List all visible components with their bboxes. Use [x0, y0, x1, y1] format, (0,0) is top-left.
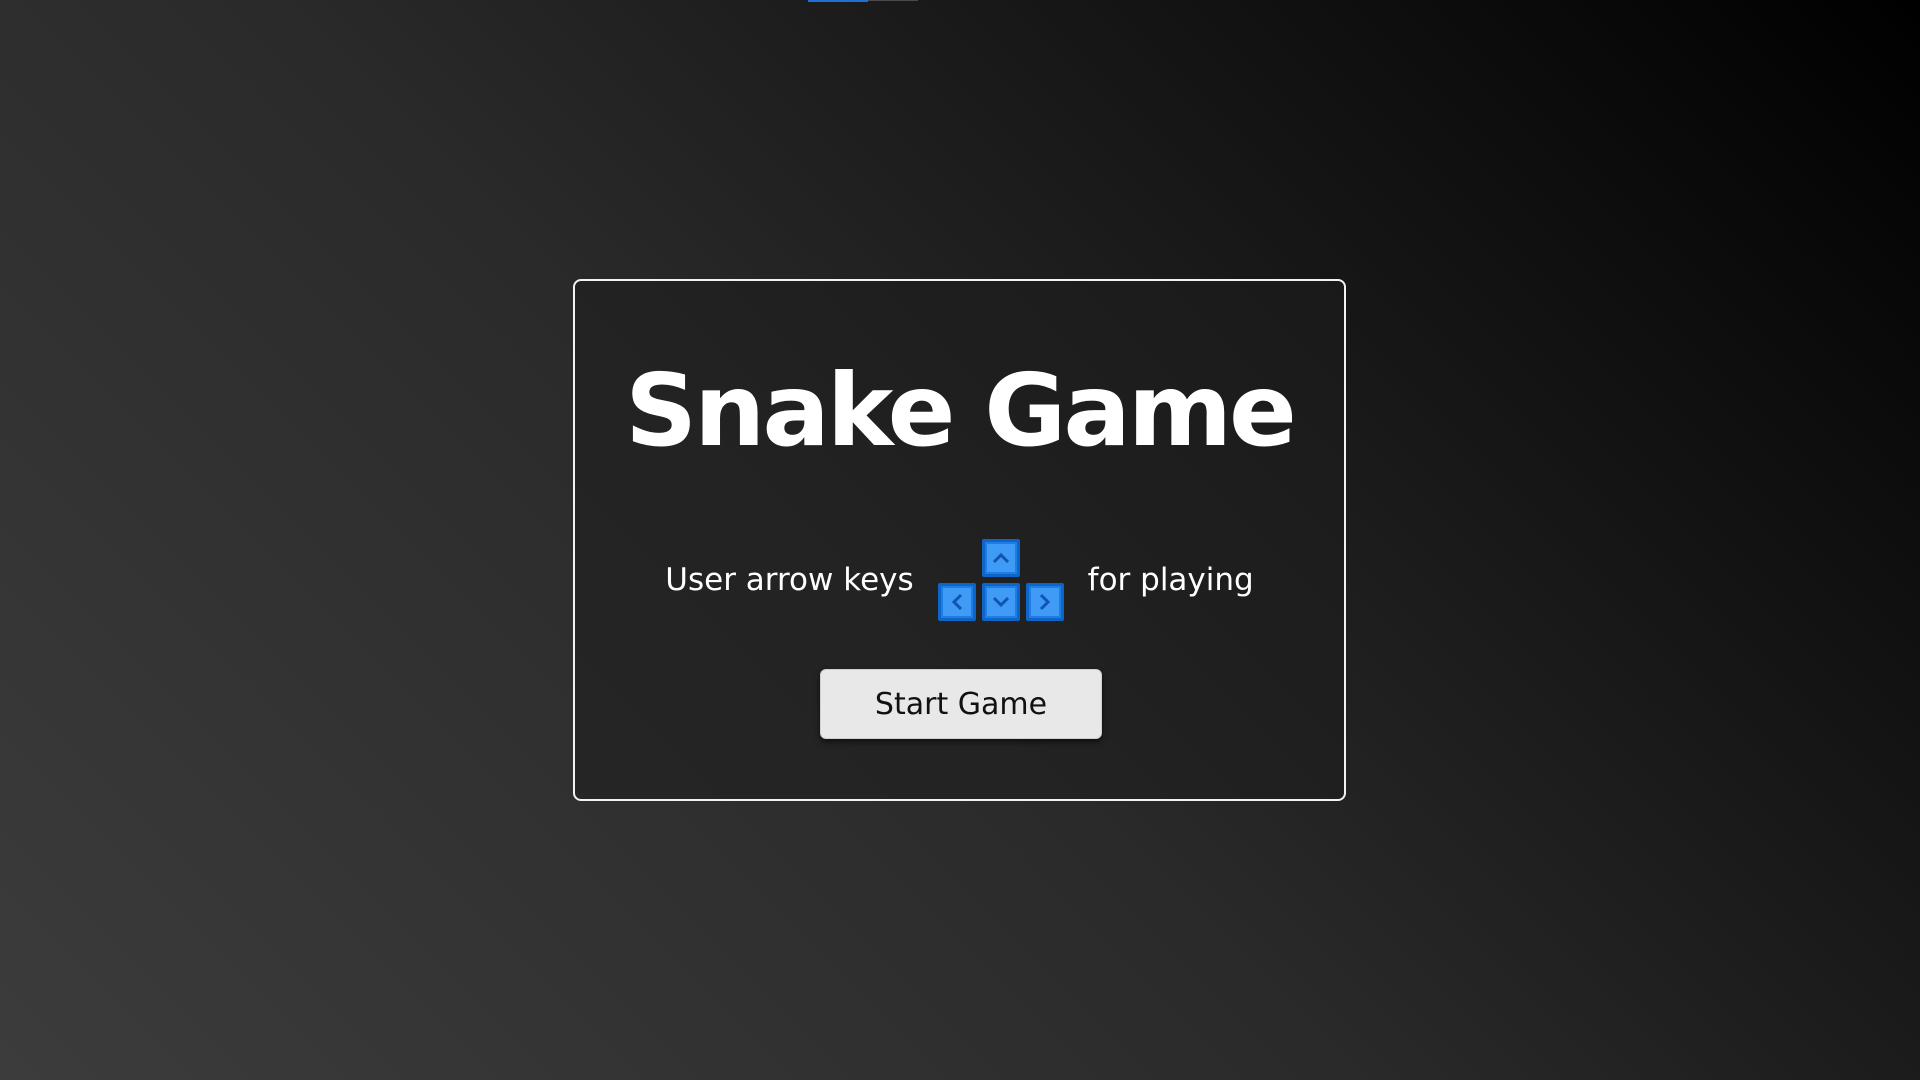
arrow-down-key-icon [981, 583, 1020, 621]
instructions-row: User arrow keys for playing [575, 539, 1344, 621]
instructions-text-before: User arrow keys [665, 562, 914, 598]
start-screen-card: Snake Game User arrow keys for playing S… [573, 279, 1346, 801]
game-title: Snake Game [625, 352, 1297, 469]
top-accent-line [868, 0, 918, 1]
top-accent-bar [808, 0, 868, 2]
arrow-right-key-icon [1025, 583, 1064, 621]
start-game-button[interactable]: Start Game [820, 669, 1102, 739]
arrow-keys-icon [937, 539, 1064, 621]
arrow-up-key-icon [981, 539, 1020, 577]
arrow-left-key-icon [937, 583, 976, 621]
instructions-text-after: for playing [1087, 562, 1254, 598]
